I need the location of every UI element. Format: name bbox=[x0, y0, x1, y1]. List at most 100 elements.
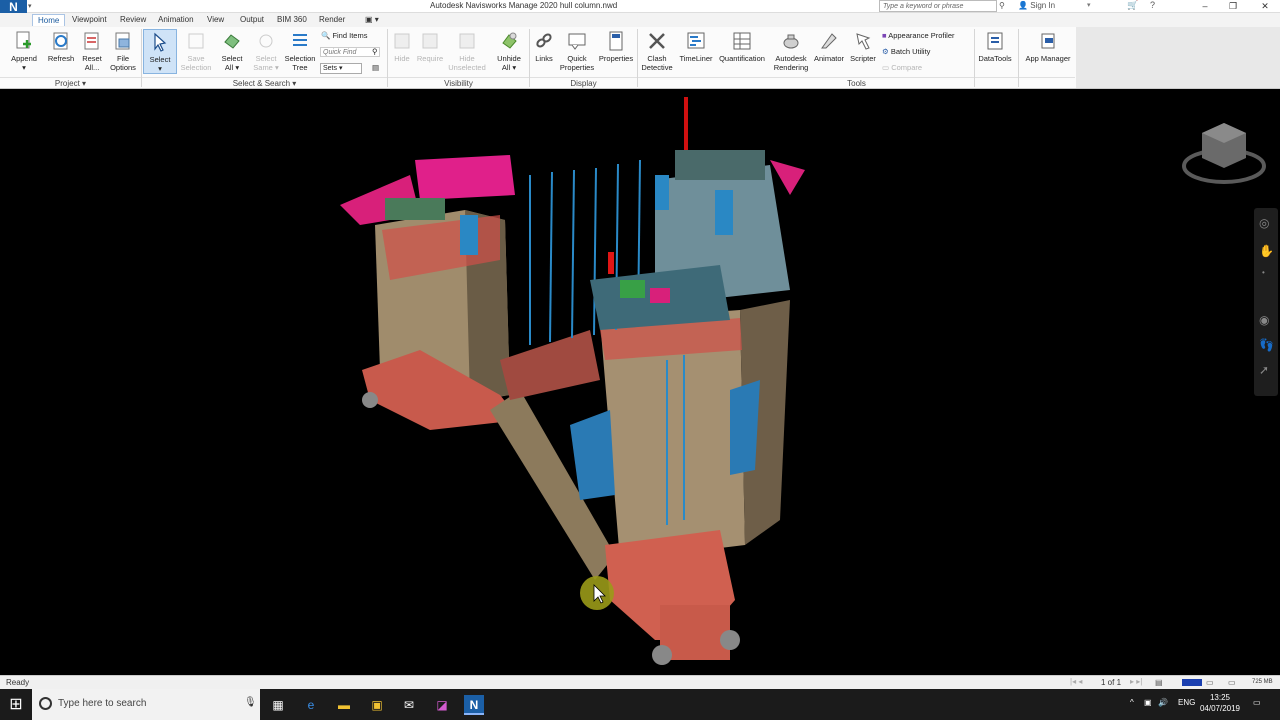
clash-detective-button[interactable]: Clash Detective bbox=[639, 29, 675, 72]
camera-toggle-icon[interactable]: ▣ ▾ bbox=[360, 14, 384, 25]
hide-unselected-button[interactable]: Hide Unselected bbox=[446, 29, 488, 72]
tab-view[interactable]: View bbox=[202, 14, 229, 25]
windows-taskbar: ⊞ Type here to search 🎙 ▦ e ▬ ▣ ✉ ◪ N ^ … bbox=[0, 689, 1280, 720]
select-same-button[interactable]: Select Same ▾ bbox=[250, 29, 282, 72]
sets-dropdown[interactable]: Sets ▾ bbox=[320, 63, 362, 74]
properties-button[interactable]: Properties bbox=[597, 29, 635, 63]
status-bar: Ready |◂ ◂ 1 of 1 ▸ ▸| ▤ ▭ ▭ 725 MB bbox=[0, 675, 1280, 689]
batch-utility-button[interactable]: ⚙ Batch Utility bbox=[882, 47, 930, 57]
help-icon[interactable]: ? bbox=[1150, 0, 1155, 10]
selection-tree-button[interactable]: Selection Tree bbox=[282, 29, 318, 72]
app-manager-button[interactable]: App Manager bbox=[1022, 29, 1074, 63]
page-count: 1 of 1 bbox=[1101, 678, 1122, 687]
3d-viewport[interactable]: ◎ ✋ • ◉ 👣 ➚ bbox=[0, 90, 1280, 675]
sign-in-button[interactable]: 👤 Sign In bbox=[1018, 1, 1055, 10]
ribbon: Append ▾ Refresh Reset All... File Options … bbox=[0, 27, 1076, 89]
file-explorer-icon[interactable]: ▬ bbox=[334, 695, 354, 715]
timeliner-button[interactable]: TimeLiner bbox=[676, 29, 716, 63]
next-page-icon[interactable]: ▸ ▸| bbox=[1130, 677, 1142, 686]
appearance-profiler-button[interactable]: ■ Appearance Profiler bbox=[882, 31, 955, 41]
quick-find-input[interactable]: Quick Find bbox=[320, 47, 380, 57]
sheet-browser-icon[interactable]: ▤ bbox=[1155, 678, 1163, 687]
navisworks-taskbar-icon[interactable]: N bbox=[464, 695, 484, 715]
maximize-button[interactable]: ❐ bbox=[1218, 0, 1248, 12]
compare-button[interactable]: ▭ Compare bbox=[882, 63, 922, 73]
quick-properties-button[interactable]: Quick Properties bbox=[558, 29, 596, 72]
require-button[interactable]: Require bbox=[415, 29, 445, 63]
tab-home[interactable]: Home bbox=[32, 14, 66, 26]
autodesk-rendering-button[interactable]: Autodesk Rendering bbox=[770, 29, 812, 72]
quantification-button[interactable]: Quantification bbox=[716, 29, 768, 63]
select-all-icon bbox=[224, 34, 240, 49]
select-all-button[interactable]: Select All ▾ bbox=[216, 29, 248, 72]
save-selection-button[interactable]: Save Selection bbox=[178, 29, 214, 72]
edge-browser-icon[interactable]: e bbox=[301, 695, 321, 715]
cart-icon[interactable]: 🛒 bbox=[1127, 0, 1138, 11]
fender-front-right bbox=[720, 630, 740, 650]
app-manager-icon bbox=[1041, 33, 1055, 49]
scripter-button[interactable]: Scripter bbox=[847, 29, 879, 63]
speaker-icon[interactable]: 🔊 bbox=[1158, 698, 1168, 707]
tray-overflow-icon[interactable]: ^ bbox=[1130, 698, 1134, 707]
blue-tank-right bbox=[715, 190, 733, 235]
left-topside-equipment bbox=[385, 198, 445, 220]
mail-icon[interactable]: ✉ bbox=[399, 695, 419, 715]
unhide-all-button[interactable]: Unhide All ▾ bbox=[492, 29, 526, 72]
store-icon[interactable]: ▣ bbox=[367, 695, 387, 715]
chevron-down-icon[interactable]: ▾ bbox=[1087, 1, 1091, 9]
tab-output[interactable]: Output bbox=[235, 14, 269, 25]
require-icon bbox=[422, 33, 438, 49]
panel-project-label[interactable]: Project ▾ bbox=[0, 77, 141, 88]
hide-button[interactable]: Hide bbox=[389, 29, 415, 63]
reset-all-button[interactable]: Reset All... bbox=[78, 29, 106, 72]
refresh-button[interactable]: Refresh bbox=[44, 29, 78, 63]
first-page-icon[interactable]: |◂ ◂ bbox=[1070, 677, 1082, 686]
find-items-button[interactable]: 🔍 Find Items bbox=[321, 31, 367, 41]
timeliner-icon bbox=[687, 32, 705, 49]
datatools-button[interactable]: DataTools bbox=[976, 29, 1014, 63]
ribbon-empty-area bbox=[1076, 27, 1280, 89]
select-button[interactable]: Select ▾ bbox=[143, 29, 177, 74]
manage-sets-icon[interactable]: ▤ bbox=[372, 63, 379, 73]
screen-recorder-icon[interactable]: ◪ bbox=[432, 695, 452, 715]
help-search-input[interactable]: Type a keyword or phrase bbox=[879, 0, 997, 12]
task-view-icon[interactable]: ▦ bbox=[268, 695, 288, 715]
blue-tank-rear bbox=[655, 175, 669, 210]
steering-wheel-icon[interactable]: ◎ bbox=[1259, 216, 1269, 230]
quick-access-icon[interactable]: ▾ bbox=[28, 2, 32, 10]
orbit-icon[interactable]: ◉ bbox=[1259, 313, 1269, 327]
tab-animation[interactable]: Animation bbox=[153, 14, 199, 25]
taskbar-search[interactable]: Type here to search 🎙 bbox=[32, 689, 260, 720]
save-selection-icon bbox=[188, 33, 204, 49]
nav-menu-icon[interactable]: • bbox=[1262, 268, 1265, 277]
unhide-icon bbox=[502, 32, 517, 49]
animator-button[interactable]: Animator bbox=[812, 29, 846, 63]
language-indicator[interactable]: ENG bbox=[1178, 698, 1195, 707]
quick-find-search-icon[interactable]: ⚲ bbox=[372, 47, 378, 57]
minimize-button[interactable]: – bbox=[1190, 0, 1220, 12]
model-render bbox=[340, 97, 805, 665]
close-button[interactable]: ✕ bbox=[1250, 0, 1280, 12]
divider bbox=[974, 29, 975, 87]
tab-viewpoint[interactable]: Viewpoint bbox=[67, 14, 112, 25]
panel-select-search-label[interactable]: Select & Search ▾ bbox=[142, 77, 387, 88]
binoculars-icon[interactable]: ⚲ bbox=[999, 1, 1005, 10]
microphone-icon[interactable]: 🎙 bbox=[244, 697, 257, 708]
select-cursor-icon[interactable]: ➚ bbox=[1259, 363, 1269, 377]
look-icon[interactable]: 👣 bbox=[1259, 338, 1274, 352]
network-icon[interactable]: ▣ bbox=[1144, 698, 1152, 707]
notification-icon[interactable]: ▭ bbox=[1253, 698, 1261, 707]
file-options-icon bbox=[115, 32, 130, 50]
pan-icon[interactable]: ✋ bbox=[1259, 244, 1274, 258]
appearance-profiler-icon: ■ bbox=[882, 31, 887, 40]
links-button[interactable]: Links bbox=[531, 29, 557, 63]
windows-start-icon[interactable]: ⊞ bbox=[0, 689, 32, 720]
file-options-button[interactable]: File Options bbox=[106, 29, 140, 72]
viewcube[interactable] bbox=[1180, 118, 1270, 193]
tab-review[interactable]: Review bbox=[115, 14, 151, 25]
quantification-icon bbox=[733, 32, 751, 50]
tab-render[interactable]: Render bbox=[314, 14, 350, 25]
tab-bim360[interactable]: BIM 360 bbox=[272, 14, 312, 25]
taskbar-clock[interactable]: 13:25 04/07/2019 bbox=[1198, 692, 1242, 714]
append-button[interactable]: Append ▾ bbox=[6, 29, 42, 72]
